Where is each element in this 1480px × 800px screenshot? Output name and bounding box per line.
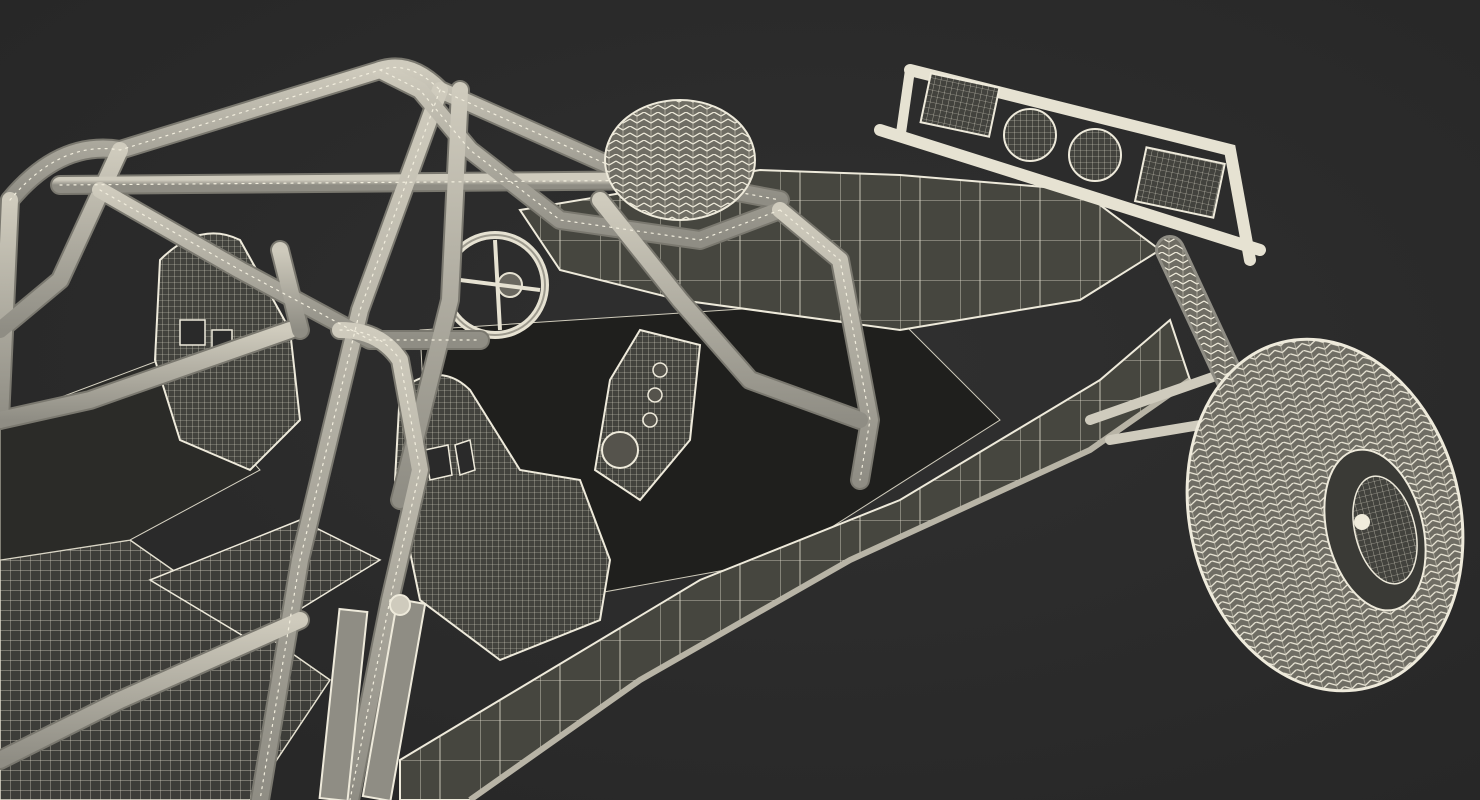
- front-wheel: [1185, 337, 1465, 693]
- render-viewport: [0, 0, 1480, 800]
- front-tire: [1185, 337, 1465, 693]
- front-hub: [1354, 514, 1370, 530]
- rear-tire: [604, 99, 756, 221]
- dune-buggy-wireframe-render: [0, 57, 1465, 800]
- tire-icon: [604, 99, 756, 221]
